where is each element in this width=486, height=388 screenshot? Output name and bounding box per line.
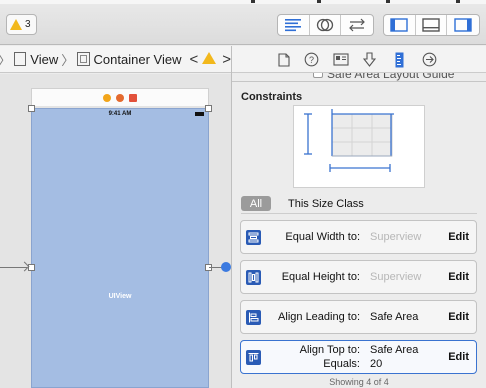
safe-area-checkbox[interactable] (313, 73, 323, 78)
standard-editor-button[interactable] (278, 15, 310, 35)
divider (232, 81, 486, 82)
breadcrumb-container-view[interactable]: Container View (94, 52, 182, 67)
identity-icon (332, 53, 349, 66)
view-controller-icon[interactable] (103, 93, 111, 102)
version-editor-icon (349, 18, 366, 32)
tab-connections-inspector[interactable] (421, 51, 438, 68)
attributes-icon (363, 52, 376, 67)
inspector-tabs: ? (232, 46, 486, 73)
view-label: UIView (108, 293, 132, 300)
tab-quick-help[interactable]: ? (303, 51, 320, 68)
divider (241, 213, 477, 214)
editor-mode-control (277, 14, 374, 36)
debug-panel-icon (422, 18, 440, 32)
chevron-left-icon[interactable]: < (189, 51, 198, 68)
safe-area-option[interactable]: Safe Area Layout Guide (232, 73, 486, 81)
first-responder-icon[interactable] (116, 93, 124, 102)
svg-text:?: ? (309, 55, 314, 65)
constraints-section-title: Constraints (241, 91, 303, 103)
constraint-target: Superview (370, 231, 422, 243)
constraints-count: Showing 4 of 4 (329, 377, 389, 387)
connection-point[interactable] (221, 262, 231, 272)
resize-handle[interactable] (28, 264, 35, 271)
file-icon (277, 52, 290, 67)
title-mark (317, 0, 321, 3)
constraint-constant-value: 20 (370, 358, 383, 370)
storyboard-canvas[interactable]: 9:41 AM UIView (0, 74, 231, 388)
constraint-row-align-leading[interactable]: Align Leading to: Safe Area Edit (240, 300, 477, 334)
constraint-row-equal-width[interactable]: Equal Width to: Superview Edit (240, 220, 477, 254)
resize-handle[interactable] (205, 105, 212, 112)
exit-icon[interactable] (129, 93, 137, 102)
utilities-inspector: ? Safe Area Layout Guide Constraints All… (232, 46, 486, 388)
constraint-row-equal-height[interactable]: Equal Height to: Superview Edit (240, 260, 477, 294)
jump-bar: 〉 View 〉 Container View < > (0, 46, 231, 73)
size-class-scope-bar: All This Size Class (241, 195, 477, 212)
container-view-icon (77, 52, 90, 66)
safe-area-label: Safe Area Layout Guide (327, 73, 455, 81)
utilities-panel-icon (454, 18, 472, 32)
constraint-diagram-graphic (304, 109, 394, 172)
chevron-right-icon: 〉 (0, 50, 11, 69)
window-toolbar: 3 (0, 0, 486, 45)
utilities-toggle-button[interactable] (447, 15, 479, 35)
breadcrumb-view[interactable]: View (30, 52, 58, 67)
constraint-label: Equal Width to: (285, 231, 360, 243)
navigator-toggle-button[interactable] (384, 15, 416, 35)
title-mark (251, 0, 255, 3)
align-leading-icon (246, 310, 261, 325)
constraint-target: Superview (370, 271, 422, 283)
ruler-icon (395, 52, 404, 67)
view-icon (14, 52, 27, 66)
container-view[interactable]: 9:41 AM UIView (31, 108, 209, 388)
resize-handle[interactable] (28, 105, 35, 112)
warning-icon (10, 19, 22, 30)
warning-count: 3 (25, 19, 31, 30)
constraint-label: Align Top to: (299, 344, 360, 356)
warning-icon[interactable] (202, 52, 217, 64)
constraint-target: Safe Area (370, 344, 419, 356)
tab-attributes-inspector[interactable] (361, 51, 378, 68)
title-mark (386, 0, 390, 3)
scope-this-size-class-button[interactable]: This Size Class (288, 198, 364, 210)
equal-height-icon (246, 270, 261, 285)
edit-constraint-button[interactable]: Edit (448, 351, 469, 363)
title-mark (456, 0, 460, 3)
connections-icon (422, 52, 437, 67)
constraint-constant-label: Equals: (323, 358, 360, 370)
panel-toggle-control (383, 14, 480, 36)
status-bar-time: 9:41 AM (108, 111, 132, 117)
tab-size-inspector[interactable] (391, 51, 408, 68)
debug-toggle-button[interactable] (416, 15, 448, 35)
scene-dock (31, 88, 209, 106)
constraint-row-align-top[interactable]: Align Top to: Safe Area Equals: 20 Edit (240, 340, 477, 374)
navigator-panel-icon (390, 18, 409, 32)
help-icon: ? (304, 52, 319, 67)
title-bar-edge (0, 0, 486, 4)
constraint-target: Safe Area (370, 311, 419, 323)
constraint-diagram (293, 105, 425, 188)
chevron-right-icon[interactable]: > (222, 51, 231, 68)
edit-constraint-button[interactable]: Edit (448, 271, 469, 283)
scope-all-button[interactable]: All (241, 196, 271, 211)
assistant-editor-icon (316, 18, 334, 32)
tab-file-inspector[interactable] (275, 51, 292, 68)
equal-width-icon (246, 230, 261, 245)
edit-constraint-button[interactable]: Edit (448, 231, 469, 243)
tab-identity-inspector[interactable] (332, 51, 349, 68)
version-editor-button[interactable] (341, 15, 373, 35)
warnings-badge[interactable]: 3 (6, 14, 37, 35)
edit-constraint-button[interactable]: Edit (448, 311, 469, 323)
standard-editor-icon (285, 19, 302, 32)
constraint-label: Align Leading to: (278, 311, 360, 323)
constraint-label: Equal Height to: (281, 271, 360, 283)
align-top-icon (246, 350, 261, 365)
chevron-right-icon: 〉 (61, 52, 75, 68)
assistant-editor-button[interactable] (310, 15, 342, 35)
battery-icon (195, 112, 204, 116)
